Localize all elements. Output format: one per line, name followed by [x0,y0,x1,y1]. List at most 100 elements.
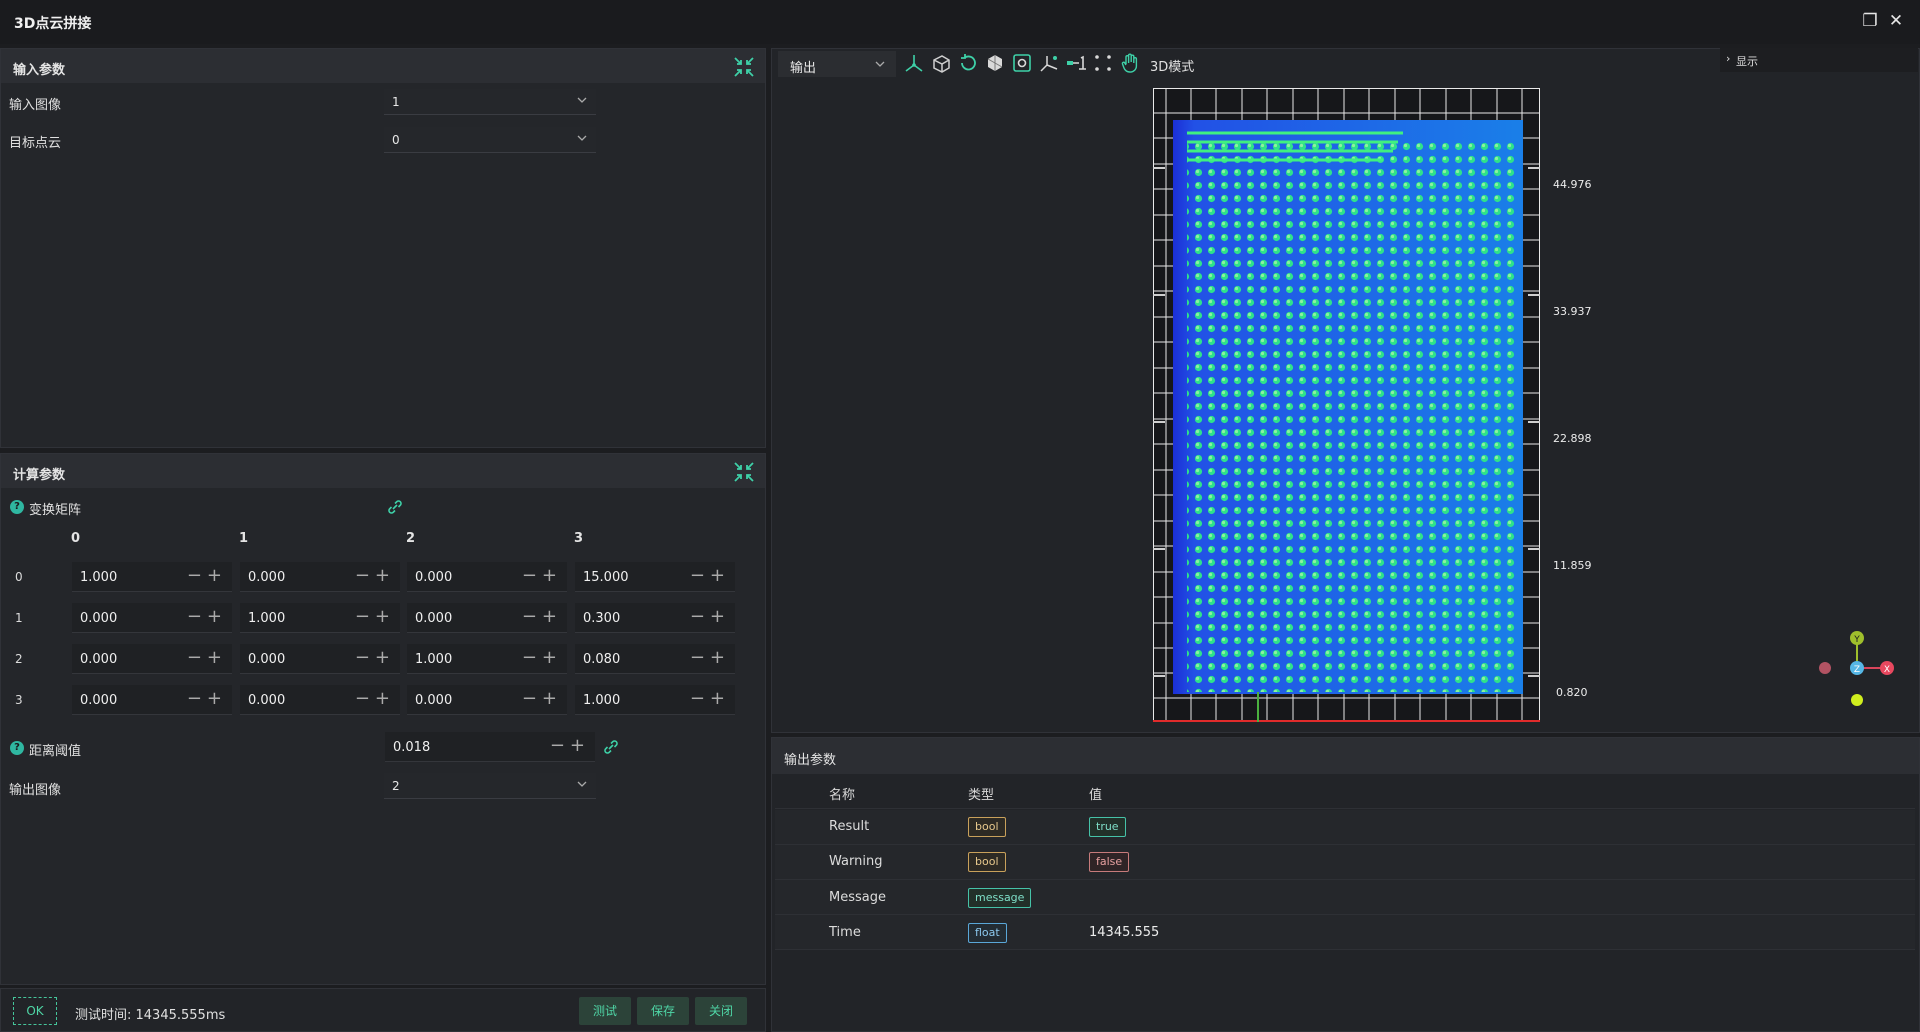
cell-value[interactable]: 1.000 [248,611,285,626]
plus-icon[interactable]: + [542,565,557,587]
matrix-cell-1-3[interactable]: 0.300 − + [575,603,735,633]
cell-value[interactable]: 0.000 [80,611,117,626]
target-cloud-select[interactable]: 0 [384,127,596,153]
minus-icon[interactable]: − [550,735,565,757]
matrix-cell-2-0[interactable]: 0.000 − + [72,644,232,674]
cell-value[interactable]: 1.000 [80,570,117,585]
cell-value[interactable]: 0.000 [415,570,452,585]
plus-icon[interactable]: + [570,735,585,757]
minus-icon[interactable]: − [187,647,202,669]
plus-icon[interactable]: + [375,565,390,587]
cell-value[interactable]: 0.000 [415,693,452,708]
coordinate-icon[interactable] [1038,52,1060,74]
matrix-cell-0-1[interactable]: 0.000 − + [240,562,400,592]
matrix-cell-2-1[interactable]: 0.000 − + [240,644,400,674]
cell-value[interactable]: 1.000 [415,652,452,667]
fit-view-icon[interactable] [1011,52,1033,74]
help-icon[interactable]: ? [10,500,24,514]
cell-value[interactable]: 15.000 [583,570,629,585]
cell-value[interactable]: 0.000 [248,652,285,667]
cell-value[interactable]: 0.000 [248,570,285,585]
output-image-select[interactable]: 2 [384,773,596,799]
cell-value[interactable]: 1.000 [583,693,620,708]
cube-view-icon[interactable] [930,52,952,74]
matrix-cell-0-0[interactable]: 1.000 − + [72,562,232,592]
matrix-cell-2-3[interactable]: 0.080 − + [575,644,735,674]
matrix-cell-1-1[interactable]: 1.000 − + [240,603,400,633]
plus-icon[interactable]: + [710,565,725,587]
minus-icon[interactable]: − [522,647,537,669]
axes-icon[interactable] [903,52,925,74]
orientation-gizmo[interactable]: Y X Z [1815,628,1895,708]
plus-icon[interactable]: + [375,647,390,669]
restore-icon[interactable]: ❐ [1860,11,1880,31]
plus-icon[interactable]: + [710,647,725,669]
solid-cube-icon[interactable] [984,52,1006,74]
plus-icon[interactable]: + [710,606,725,628]
minus-icon[interactable]: − [187,565,202,587]
plus-icon[interactable]: + [542,606,557,628]
plus-icon[interactable]: + [542,688,557,710]
display-toggle[interactable]: › 显示 [1720,48,1918,72]
cell-value[interactable]: 0.300 [583,611,620,626]
cell-value[interactable]: 0.000 [415,611,452,626]
link-icon[interactable] [386,498,404,516]
hand-pan-icon[interactable] [1119,52,1141,74]
cell-value[interactable]: 0.000 [80,652,117,667]
input-image-select[interactable]: 1 [384,89,596,115]
plus-icon[interactable]: + [375,606,390,628]
link-icon[interactable] [602,738,620,756]
matrix-cell-3-1[interactable]: 0.000 − + [240,685,400,715]
minus-icon[interactable]: − [355,606,370,628]
close-window-icon[interactable]: ✕ [1886,11,1906,31]
minus-icon[interactable]: − [355,565,370,587]
minus-icon[interactable]: − [522,565,537,587]
save-button[interactable]: 保存 [637,997,689,1025]
distance-threshold-value[interactable]: 0.018 [393,740,430,755]
minus-icon[interactable]: − [690,647,705,669]
collapse-icon[interactable] [733,56,755,78]
collapse-icon[interactable] [733,461,755,483]
cell-value[interactable]: 0.080 [583,652,620,667]
plus-icon[interactable]: + [207,688,222,710]
distance-threshold-stepper[interactable]: 0.018 − + [385,732,595,762]
matrix-cell-0-2[interactable]: 0.000 − + [407,562,567,592]
minus-icon[interactable]: − [690,565,705,587]
minus-icon[interactable]: − [522,688,537,710]
matrix-cell-2-2[interactable]: 1.000 − + [407,644,567,674]
points-icon[interactable] [1092,52,1114,74]
matrix-cell-0-3[interactable]: 15.000 − + [575,562,735,592]
plus-icon[interactable]: + [207,565,222,587]
matrix-cell-1-0[interactable]: 0.000 − + [72,603,232,633]
output-select[interactable]: 输出 [778,51,896,77]
help-icon[interactable]: ? [10,741,24,755]
matrix-cell-3-2[interactable]: 0.000 − + [407,685,567,715]
plus-icon[interactable]: + [207,606,222,628]
minus-icon[interactable]: − [355,688,370,710]
measure-icon[interactable] [1065,52,1087,74]
table-row[interactable] [775,845,1915,880]
matrix-cell-1-2[interactable]: 0.000 − + [407,603,567,633]
minus-icon[interactable]: − [187,606,202,628]
plus-icon[interactable]: + [542,647,557,669]
rotate-icon[interactable] [957,52,979,74]
minus-icon[interactable]: − [690,688,705,710]
table-row[interactable] [775,880,1915,915]
close-button[interactable]: 关闭 [695,997,747,1025]
test-button[interactable]: 测试 [579,997,631,1025]
plus-icon[interactable]: + [375,688,390,710]
plus-icon[interactable]: + [207,647,222,669]
matrix-cell-3-0[interactable]: 0.000 − + [72,685,232,715]
table-row[interactable] [775,810,1915,845]
ok-button[interactable]: OK [13,997,57,1025]
minus-icon[interactable]: − [187,688,202,710]
plus-icon[interactable]: + [710,688,725,710]
minus-icon[interactable]: − [522,606,537,628]
minus-icon[interactable]: − [355,647,370,669]
minus-icon[interactable]: − [690,606,705,628]
point-cloud-view[interactable] [1153,88,1540,722]
cell-value[interactable]: 0.000 [80,693,117,708]
cell-value[interactable]: 0.000 [248,693,285,708]
matrix-cell-3-3[interactable]: 1.000 − + [575,685,735,715]
table-row[interactable] [775,915,1915,950]
